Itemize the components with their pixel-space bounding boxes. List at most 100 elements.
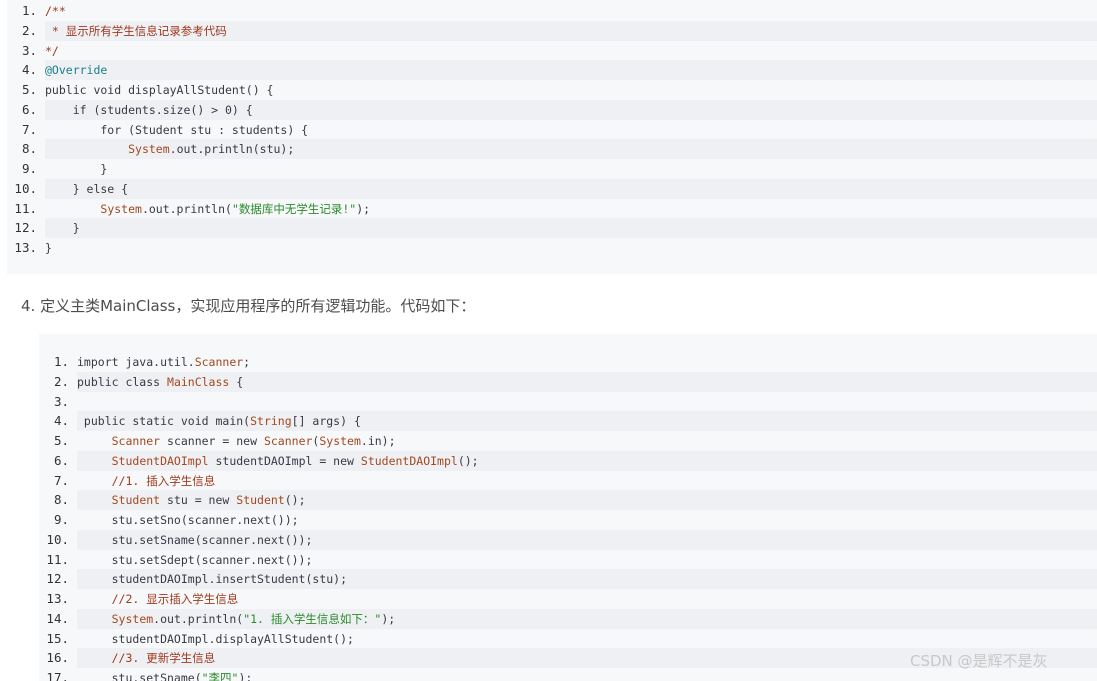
code-text: stu.setSdept(scanner.next()); [77,550,1097,570]
code-text: if (students.size() > 0) { [45,99,1097,120]
code-token: System [100,201,142,216]
code-token: studentDAOImpl.displayAllStudent(); [77,631,354,646]
code-line: 8. System.out.println(stu); [7,139,1097,160]
line-number: 4. [21,62,37,78]
code-token: { [229,374,244,389]
code-token: MainClass [167,374,230,389]
code-line: 12. } [7,218,1097,239]
line-number: 1. [53,354,69,369]
line-number: 8. [21,141,37,157]
code-text: } else { [45,178,1097,199]
code-line: 2. * 显示所有学生信息记录参考代码 [7,20,1097,41]
code-token: } [45,221,80,236]
code-text: stu.setSno(scanner.next()); [77,510,1097,530]
code-token: } [45,162,108,176]
code-line: 8. Student stu = new Student(); [39,490,1097,511]
code-text: //1. 插入学生信息 [77,471,1097,491]
code-text: System.out.println(stu); [45,139,1097,160]
code-token: stu.setSno(scanner.next()); [77,513,299,527]
line-number: 7. [53,472,69,488]
code-token: (); [457,453,479,468]
code-token: stu.setSdept(scanner.next()); [77,552,313,567]
code-text: */ [45,41,1097,61]
code-line: 10. } else { [7,178,1097,199]
line-number: 8. [53,492,69,508]
code-token: } else { [45,181,129,196]
code-line: 11. System.out.println("数据库中无学生记录!"); [7,199,1097,219]
line-number: 3. [21,42,37,58]
code-line: 9. } [7,159,1097,179]
code-line: 11. stu.setSdept(scanner.next()); [39,550,1097,570]
code-token: for (Student stu : students) { [45,122,309,137]
code-token: StudentDAOImpl [360,453,458,468]
code-token: public void displayAllStudent() { [45,83,274,97]
code-line: 6. if (students.size() > 0) { [7,99,1097,120]
line-number: 12. [14,220,37,236]
code-text: System.out.println("1. 插入学生信息如下："); [77,608,1097,629]
code-text: Scanner scanner = new Scanner(System.in)… [77,431,1097,451]
code-line: 2. public class MainClass { [39,371,1097,392]
line-number: 16. [46,650,69,666]
code-line: 13.} [7,238,1097,258]
code-token: ); [356,201,371,216]
code-token: Scanner [194,355,244,369]
code-token: System [111,611,154,626]
code-line: 13. //2. 显示插入学生信息 [39,589,1097,609]
code-token: import java.util. [77,355,195,369]
line-number: 5. [21,82,37,97]
code-token: */ [45,43,59,58]
code-line: 1. /** [7,1,1097,21]
code-token: //3. 更新学生信息 [77,651,216,666]
code-token: public class [77,374,168,389]
code-text: public static void main(String[] args) { [77,411,1097,432]
code-token: stu.setSname( [77,671,202,681]
code-token: if (students.size() > 0) { [45,102,253,117]
code-text: @Override [45,60,1097,81]
code-token: .out.println( [153,611,244,626]
code-line: 5. public void displayAllStudent() { [7,80,1097,100]
code-token: @Override [45,63,108,78]
code-block-1: 1./** 2. * 显示所有学生信息记录参考代码 3. */ 4. @Override 5… [7,0,1097,274]
code-text: } [45,159,1097,179]
code-line: 7. //1. 插入学生信息 [39,471,1097,491]
code-text: public void displayAllStudent() { [45,80,1097,100]
line-number: 13. [14,240,37,255]
code-text: //2. 显示插入学生信息 [77,589,1097,609]
code-token: .out.println( [141,201,232,216]
code-token: "数据库中无学生记录!" [231,201,357,216]
code-line: 1. import java.util.Scanner; [39,352,1097,372]
code-token: scanner = new [160,434,264,448]
line-number: 11. [14,200,37,216]
code-line: 15. studentDAOImpl.displayAllStudent(); [39,629,1097,649]
watermark: CSDN @是辉不是灰 [910,652,1048,670]
code-token: Scanner [263,434,313,448]
code-line: 9. stu.setSno(scanner.next()); [39,510,1097,530]
code-text: } [45,238,1097,258]
code-token: //1. 插入学生信息 [77,473,216,488]
code-text: studentDAOImpl.insertStudent(stu); [77,569,1097,590]
code-token: stu.setSname(scanner.next()); [77,532,313,547]
code-line: 6. StudentDAOImpl studentDAOImpl = new S… [39,450,1097,471]
code-line: 12. studentDAOImpl.insertStudent(stu); [39,569,1097,590]
code-token: Student [111,493,161,508]
code-token: StudentDAOImpl [111,453,209,468]
code-token: (); [284,493,306,508]
code-text: /** [45,1,1097,21]
code-text: Student stu = new Student(); [77,490,1097,511]
code-token: ; [243,355,251,369]
code-token: /** [45,4,66,18]
line-number: 6. [53,452,69,468]
line-number: 11. [46,551,69,567]
code-text: StudentDAOImpl studentDAOImpl = new Stud… [77,450,1097,471]
code-text: for (Student stu : students) { [45,120,1097,140]
code-token: studentDAOImpl.insertStudent(stu); [77,572,348,587]
line-number: 10. [46,531,69,547]
code-text: studentDAOImpl.displayAllStudent(); [77,629,1097,649]
code-line: 14. System.out.println("1. 插入学生信息如下："); [39,608,1097,629]
